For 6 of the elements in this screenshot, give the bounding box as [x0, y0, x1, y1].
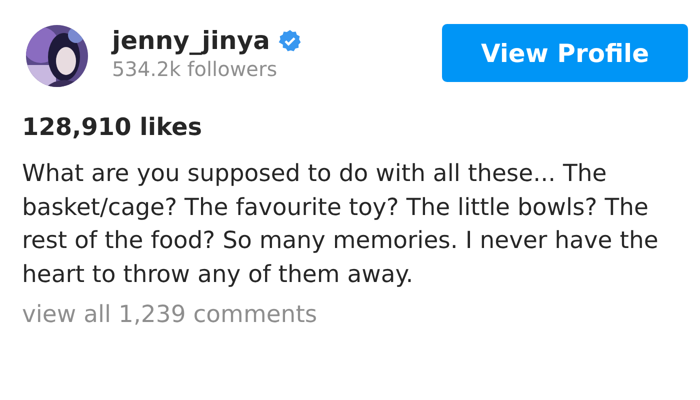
like-count: 128,910 likes [22, 112, 203, 143]
view-comments-link[interactable]: view all 1,239 comments [22, 300, 318, 328]
caption: What are you supposed to do with all these... The basket/cage? The favourite toy? The little bowls? The rest of the food? So many memories. I never have the heart to throw any of them away. [22, 158, 660, 290]
follower-count: 534.2k followers [112, 56, 278, 82]
view-profile-button[interactable]: View Profile [442, 24, 688, 82]
username[interactable]: jenny_jinya [112, 26, 270, 56]
